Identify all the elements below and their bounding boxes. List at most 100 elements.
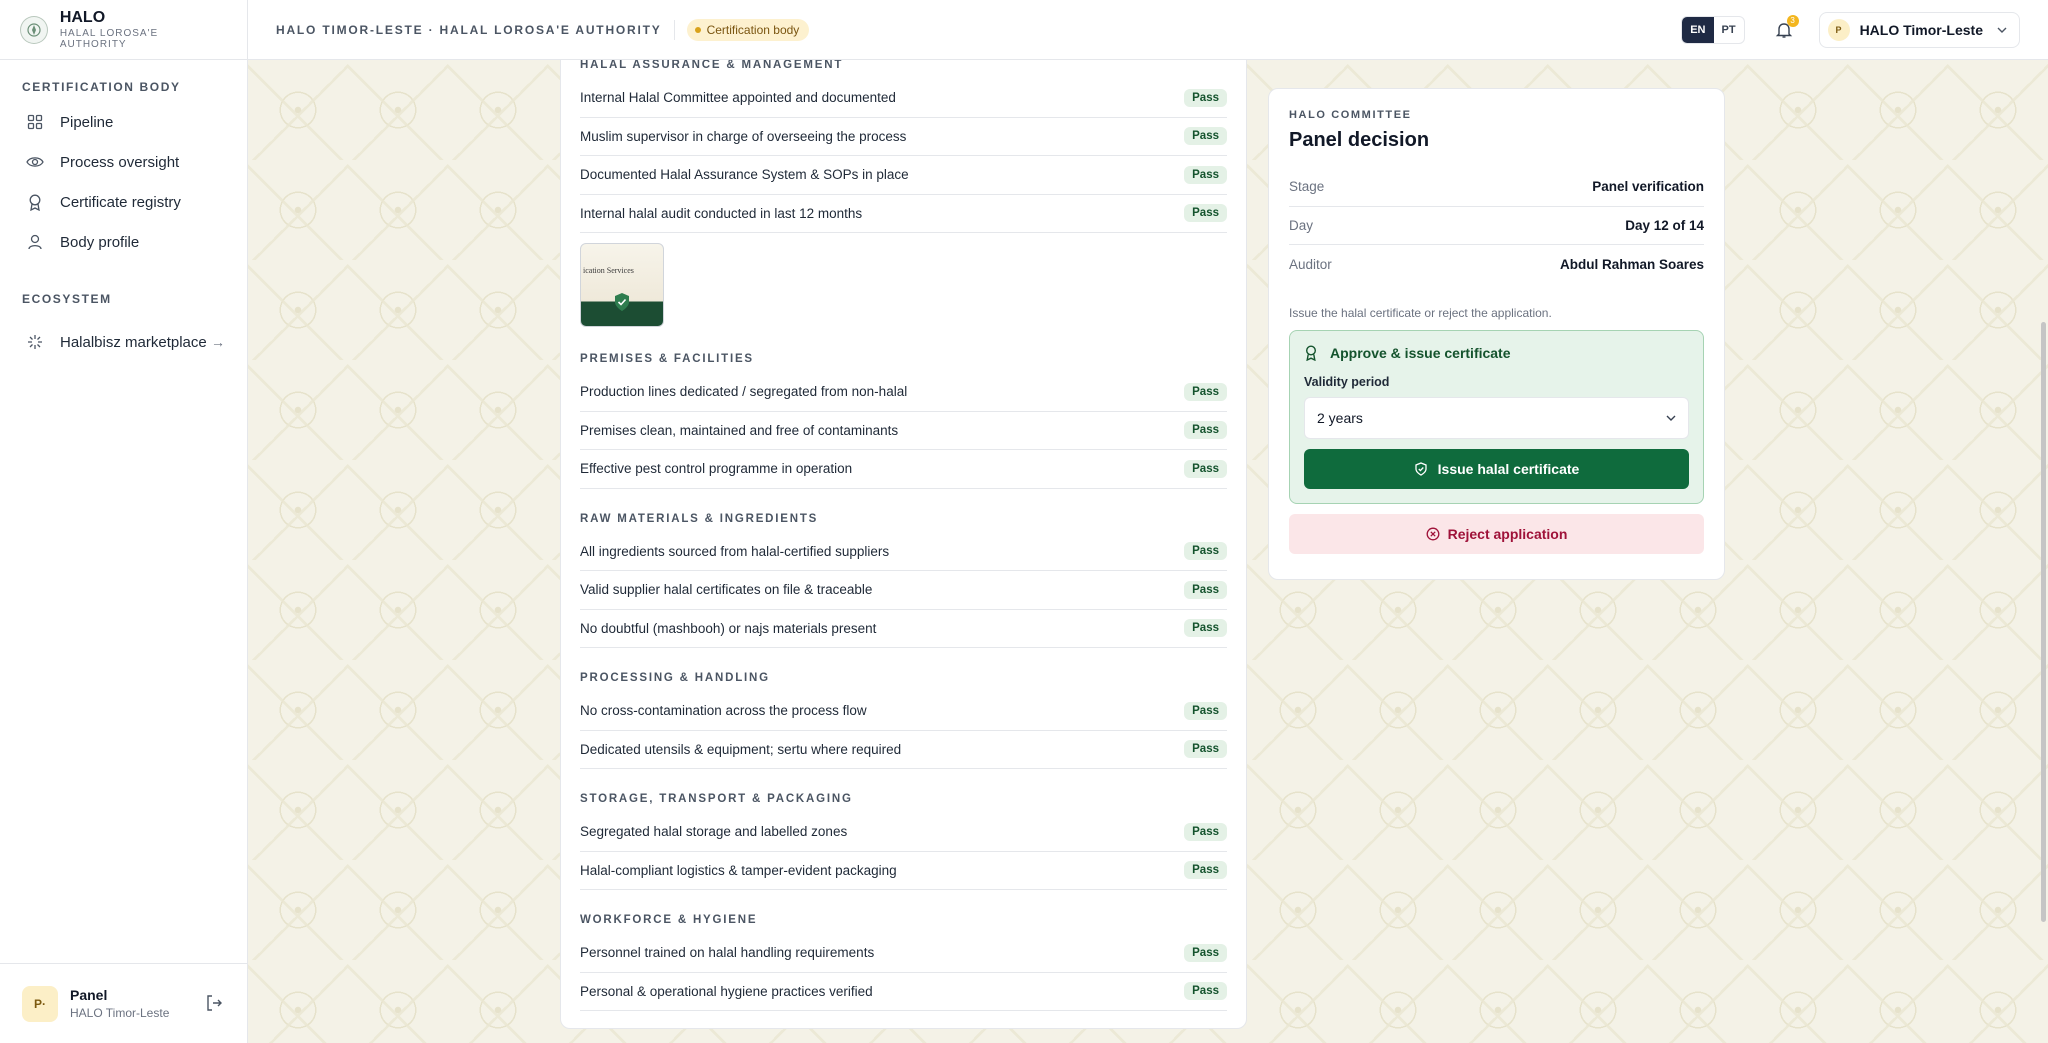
reject-application-button[interactable]: Reject application <box>1289 513 1704 554</box>
day-value: Day 12 of 14 <box>1625 217 1704 233</box>
checklist-row: Muslim supervisor in charge of overseein… <box>580 118 1227 156</box>
checklist-row: Effective pest control programme in oper… <box>580 450 1227 489</box>
chevron-down-icon <box>1666 415 1676 421</box>
award-icon <box>26 193 44 211</box>
sidebar-item-label: Body profile <box>60 233 140 251</box>
eye-icon <box>26 153 44 171</box>
pass-badge: Pass <box>1184 165 1227 184</box>
sidebar-item-label: Process oversight <box>60 153 180 171</box>
section-title: WORKFORCE & HYGIENE <box>580 914 758 926</box>
checklist-row: Segregated halal storage and labelled zo… <box>580 813 1227 852</box>
checklist-item: Segregated halal storage and labelled zo… <box>580 824 848 840</box>
sidebar-item-pipeline[interactable]: Pipeline <box>0 102 247 142</box>
section-title: PREMISES & FACILITIES <box>580 353 754 365</box>
arrow-right-icon: → <box>211 334 225 350</box>
avatar[interactable]: P· <box>22 985 58 1022</box>
issue-certificate-label: Issue halal certificate <box>1437 460 1580 477</box>
sidebar-item-label: Pipeline <box>60 113 114 131</box>
breadcrumb: HALO TIMOR-LESTE · HALAL LOROSA'E AUTHOR… <box>276 22 662 37</box>
stage-value: Panel verification <box>1592 179 1704 195</box>
checklist-item: Premises clean, maintained and free of c… <box>580 422 899 438</box>
decision-hint: Issue the halal certificate or reject th… <box>1289 305 1552 320</box>
award-icon <box>1304 344 1320 361</box>
checklist-item: All ingredients sourced from halal-certi… <box>580 543 890 559</box>
checklist-item: Muslim supervisor in charge of overseein… <box>580 128 907 144</box>
user-icon <box>26 233 44 251</box>
sidebar-item-certificate-registry[interactable]: Certificate registry <box>0 182 247 222</box>
evidence-caption: ication Services <box>583 266 634 275</box>
checklist-item: Dedicated utensils & equipment; sertu wh… <box>580 741 902 757</box>
card-title: Panel decision <box>1289 129 1430 151</box>
user-org: HALO Timor-Leste <box>70 1006 170 1020</box>
checklist-item: Production lines dedicated / segregated … <box>580 384 908 400</box>
sidebar-item-body-profile[interactable]: Body profile <box>0 222 247 262</box>
user-panel: P· Panel HALO Timor-Leste <box>0 963 247 1043</box>
grid-icon <box>26 113 44 131</box>
page-scrollbar[interactable] <box>2038 60 2048 1043</box>
org-avatar: P <box>1827 18 1850 41</box>
notifications-button[interactable]: 3 <box>1775 14 1799 39</box>
section-title: STORAGE, TRANSPORT & PACKAGING <box>580 793 853 805</box>
brand[interactable]: HALO HALAL LOROSA'E AUTHORITY <box>0 0 247 60</box>
lang-pt-button[interactable]: PT <box>1714 17 1744 43</box>
checklist-row: Halal-compliant logistics & tamper-evide… <box>580 852 1227 890</box>
brand-subtitle: HALAL LOROSA'E AUTHORITY <box>59 27 159 50</box>
checklist-row: Premises clean, maintained and free of c… <box>580 412 1227 450</box>
nav-section-ecosystem: ECOSYSTEM <box>22 292 112 306</box>
shield-check-icon <box>615 293 629 311</box>
checklist-row: Internal Halal Committee appointed and d… <box>580 79 1227 118</box>
pass-badge: Pass <box>1184 382 1227 401</box>
inspection-checklist: HALAL ASSURANCE & MANAGEMENT Internal Ha… <box>560 30 1247 1029</box>
pass-badge: Pass <box>1184 421 1227 440</box>
pass-badge: Pass <box>1184 88 1227 107</box>
validity-label: Validity period <box>1304 374 1390 389</box>
sidebar-item-halalbisz-marketplace[interactable]: Halalbisz marketplace → <box>0 314 247 370</box>
scrollbar-thumb[interactable] <box>2041 322 2046 922</box>
section-title: RAW MATERIALS & INGREDIENTS <box>580 512 819 525</box>
checklist-row: Personnel trained on halal handling requ… <box>580 934 1227 973</box>
brand-name: HALO <box>59 8 106 26</box>
pass-badge: Pass <box>1184 822 1227 841</box>
halo-logo-icon <box>20 15 48 44</box>
issue-certificate-button[interactable]: Issue halal certificate <box>1304 448 1689 489</box>
lang-en-button[interactable]: EN <box>1682 16 1714 43</box>
checklist-item: Personnel trained on halal handling requ… <box>580 945 875 961</box>
day-key: Day <box>1289 217 1314 233</box>
card-eyebrow: HALO COMMITTEE <box>1289 109 1412 121</box>
org-name: HALO Timor-Leste <box>1859 21 1983 38</box>
pass-badge: Pass <box>1184 740 1227 759</box>
logout-icon[interactable] <box>205 994 225 1014</box>
language-switcher: EN PT <box>1681 15 1745 44</box>
sparkle-icon <box>26 333 44 351</box>
top-bar: HALO TIMOR-LESTE · HALAL LOROSA'E AUTHOR… <box>248 0 2048 60</box>
auditor-row: Auditor Abdul Rahman Soares <box>1289 245 1704 284</box>
checklist-item: Internal Halal Committee appointed and d… <box>580 90 896 106</box>
auditor-value: Abdul Rahman Soares <box>1559 256 1704 272</box>
nav-section-certification-body: CERTIFICATION BODY <box>22 80 181 94</box>
checklist-item: Halal-compliant logistics & tamper-evide… <box>580 862 897 878</box>
sidebar: HALO HALAL LOROSA'E AUTHORITY CERTIFICAT… <box>0 0 248 1043</box>
checklist-item: Documented Halal Assurance System & SOPs… <box>580 167 909 183</box>
pass-badge: Pass <box>1184 982 1227 1001</box>
evidence-thumbnail[interactable]: ication Services <box>580 243 664 327</box>
sidebar-item-label: Halalbisz marketplace <box>60 333 207 351</box>
checklist-item: No cross-contamination across the proces… <box>580 703 867 719</box>
auditor-key: Auditor <box>1289 256 1332 272</box>
role-label: Certification body <box>706 22 800 37</box>
checklist-row: Personal & operational hygiene practices… <box>580 973 1227 1011</box>
checklist-item: Internal halal audit conducted in last 1… <box>580 205 863 221</box>
validity-select[interactable]: 2 years <box>1304 396 1689 439</box>
stage-key: Stage <box>1289 179 1325 195</box>
org-switcher[interactable]: P HALO Timor-Leste <box>1818 11 2020 48</box>
sidebar-item-label: Certificate registry <box>60 193 181 211</box>
approve-title-text: Approve & issue certificate <box>1330 344 1511 361</box>
x-circle-icon <box>1426 527 1440 541</box>
pass-badge: Pass <box>1184 861 1227 880</box>
pass-badge: Pass <box>1184 127 1227 146</box>
role-badge: Certification body <box>686 18 810 41</box>
pass-badge: Pass <box>1184 542 1227 561</box>
pass-badge: Pass <box>1184 943 1227 962</box>
chevron-down-icon <box>1997 27 2007 33</box>
pass-badge: Pass <box>1184 580 1227 599</box>
sidebar-item-process-oversight[interactable]: Process oversight <box>0 142 247 182</box>
